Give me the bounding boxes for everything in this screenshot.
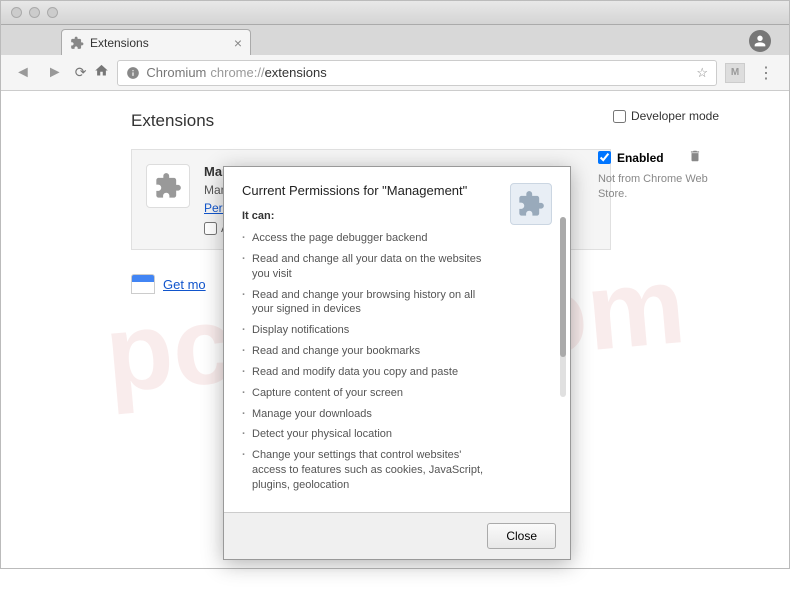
permission-item: Read and modify data you copy and paste	[242, 362, 496, 383]
omnibox-scheme: chrome://	[210, 65, 264, 80]
profile-avatar[interactable]	[749, 30, 771, 52]
dialog-title: Current Permissions for "Management"	[242, 183, 496, 198]
permission-item: Change your settings that control websit…	[242, 445, 496, 496]
close-window-button[interactable]	[11, 7, 22, 18]
enabled-checkbox[interactable]	[598, 151, 611, 164]
back-button[interactable]: ◄	[11, 60, 35, 86]
permissions-dialog: Current Permissions for "Management" It …	[223, 166, 571, 560]
bookmark-star-icon[interactable]: ☆	[696, 65, 708, 81]
dialog-extension-icon	[510, 183, 552, 225]
browser-tab[interactable]: Extensions ×	[61, 29, 251, 55]
dialog-scrollbar[interactable]	[560, 217, 566, 397]
not-from-store-label: Not from Chrome Web Store.	[598, 172, 708, 203]
permission-item: Manage your downloads	[242, 404, 496, 425]
developer-mode-checkbox[interactable]	[613, 110, 626, 123]
extension-page-icon	[70, 36, 84, 50]
tab-bar: Extensions ×	[1, 25, 789, 55]
extension-card-icon	[146, 164, 190, 208]
permission-item: Access the page debugger backend	[242, 228, 496, 249]
tab-title: Extensions	[90, 36, 149, 50]
window-titlebar	[1, 1, 789, 25]
extension-badge[interactable]: M	[725, 63, 745, 83]
close-button[interactable]: Close	[487, 523, 556, 549]
tab-close-icon[interactable]: ×	[234, 35, 242, 51]
it-can-label: It can:	[242, 210, 496, 222]
browser-menu-icon[interactable]: ⋮	[753, 63, 779, 83]
home-button[interactable]	[94, 63, 109, 83]
allow-checkbox[interactable]	[204, 222, 217, 235]
permission-item: Capture content of your screen	[242, 383, 496, 404]
browser-toolbar: ◄ ► ⟳ Chromium chrome://extensions ☆ M ⋮	[1, 55, 789, 91]
permission-item: Read and change all your data on the web…	[242, 249, 496, 285]
web-store-icon	[131, 274, 155, 294]
permission-item: Detect your physical location	[242, 424, 496, 445]
permission-item: Read and change your bookmarks	[242, 341, 496, 362]
omnibox-path: extensions	[265, 65, 327, 80]
forward-button[interactable]: ►	[43, 60, 67, 86]
permission-item: Read and change your browsing history on…	[242, 285, 496, 321]
permission-item: Display notifications	[242, 320, 496, 341]
reload-button[interactable]: ⟳	[75, 64, 87, 81]
developer-mode-label: Developer mode	[631, 109, 719, 123]
omnibox-prefix: Chromium	[146, 65, 206, 80]
trash-icon[interactable]	[688, 149, 702, 166]
enabled-label: Enabled	[617, 151, 664, 165]
page-info-icon	[126, 66, 140, 80]
permissions-list: Access the page debugger backendRead and…	[242, 228, 496, 496]
address-bar[interactable]: Chromium chrome://extensions ☆	[117, 60, 717, 86]
minimize-window-button[interactable]	[29, 7, 40, 18]
maximize-window-button[interactable]	[47, 7, 58, 18]
